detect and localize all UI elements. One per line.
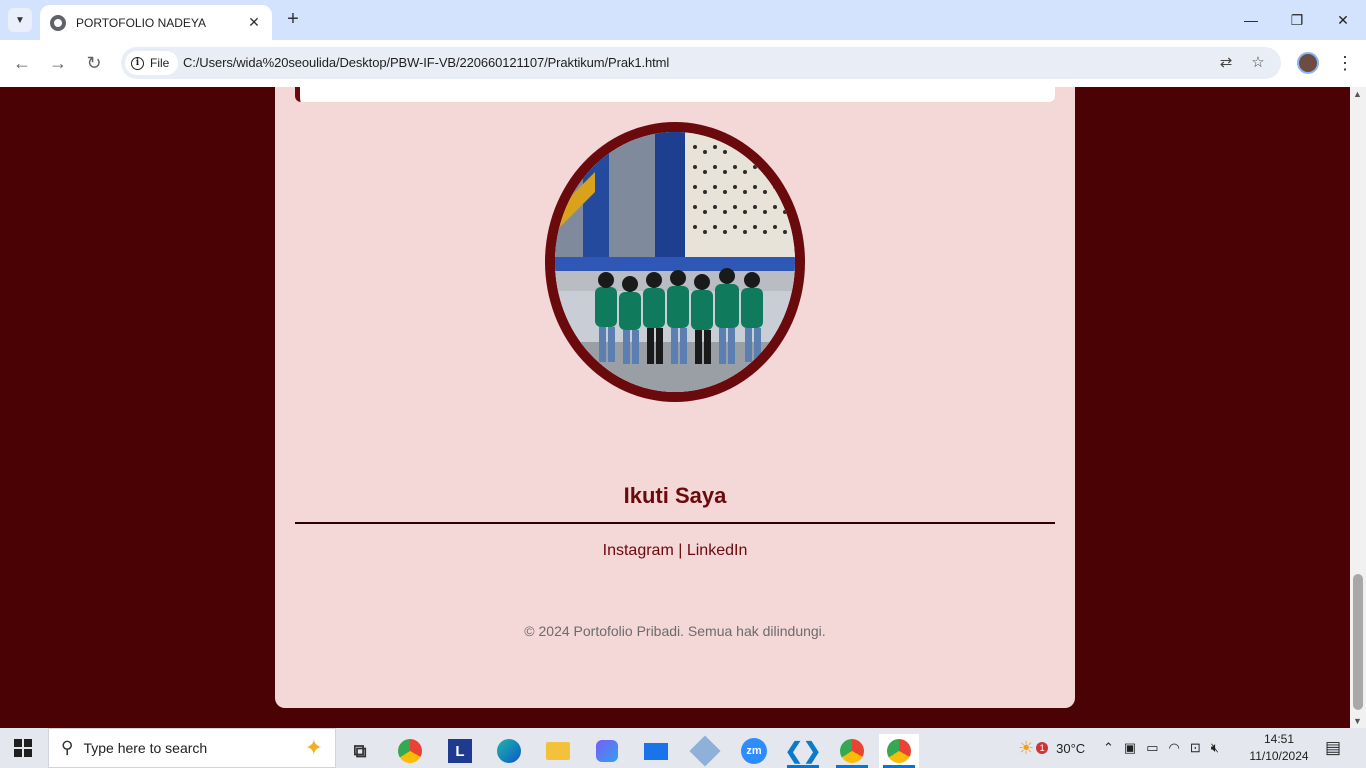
info-icon: i	[131, 56, 144, 70]
linkedin-link[interactable]: LinkedIn	[687, 542, 748, 559]
mail-icon[interactable]	[636, 734, 676, 768]
bookmark-star-icon[interactable]: ☆	[1248, 53, 1268, 73]
l-app-icon[interactable]: L	[440, 734, 480, 768]
box-app-icon[interactable]	[685, 734, 725, 768]
system-tray: ⌃ ▣ ▭ ◠ ⊡ 🔇︎	[1103, 728, 1219, 768]
browser-toolbar: ← → ↻ i File C:/Users/wida%20seoulida/De…	[0, 40, 1366, 87]
page-viewport: Ikuti Saya Instagram | LinkedIn © 2024 P…	[0, 87, 1350, 728]
file-explorer-icon[interactable]	[538, 734, 578, 768]
vscode-icon[interactable]: ❮❯	[783, 734, 823, 768]
content-card: Ikuti Saya Instagram | LinkedIn © 2024 P…	[275, 87, 1075, 708]
edge-taskbar-icon[interactable]	[489, 734, 529, 768]
link-separator: |	[678, 542, 683, 559]
instagram-link[interactable]: Instagram	[603, 542, 674, 559]
battery-icon[interactable]: ▭	[1146, 740, 1158, 756]
back-button[interactable]: ←	[10, 51, 34, 75]
profile-avatar[interactable]	[1297, 52, 1319, 74]
translate-icon[interactable]: ⇄	[1216, 53, 1236, 73]
zoom-icon[interactable]: zm	[734, 734, 774, 768]
display-icon[interactable]: ⊡	[1190, 740, 1201, 756]
windows-taskbar: ⚲ Type here to search ✦ ⧉ L zm ❮❯ ☀ 1 30…	[0, 728, 1366, 768]
task-view-icon[interactable]: ⧉	[340, 734, 380, 768]
tab-search-button[interactable]: ▼	[8, 8, 32, 32]
chrome-profile-taskbar-icon[interactable]	[832, 734, 872, 768]
volume-muted-icon[interactable]: 🔇︎	[1211, 740, 1219, 756]
show-hidden-icons-chevron-icon[interactable]: ⌃	[1103, 740, 1114, 756]
weather-badge: 1	[1036, 742, 1049, 754]
browser-menu-icon[interactable]: ⋮	[1336, 52, 1354, 74]
taskbar-search-box[interactable]: ⚲ Type here to search ✦	[48, 728, 336, 768]
minimize-button[interactable]: —	[1236, 8, 1266, 32]
address-bar[interactable]: i File C:/Users/wida%20seoulida/Desktop/…	[121, 47, 1281, 79]
chrome-taskbar-icon[interactable]	[390, 734, 430, 768]
sparkle-icon: ✦	[304, 735, 323, 760]
group-photo-illustration	[555, 132, 795, 392]
taskbar-search-placeholder: Type here to search	[83, 740, 208, 756]
previous-section-box	[295, 87, 1055, 102]
site-info-chip[interactable]: i File	[125, 51, 179, 75]
weather-sun-icon: ☀	[1018, 737, 1035, 758]
follow-section-title: Ikuti Saya	[623, 483, 727, 508]
weather-widget[interactable]: ☀ 1 30°C	[1018, 728, 1085, 768]
chrome-active-taskbar-icon[interactable]	[879, 734, 919, 768]
close-window-button[interactable]: ✕	[1328, 8, 1358, 32]
browser-tab[interactable]: PORTOFOLIO NADEYA ✕	[40, 5, 272, 40]
scroll-thumb[interactable]	[1353, 574, 1363, 710]
restore-button[interactable]: ❐	[1282, 8, 1312, 32]
new-tab-button[interactable]: +	[282, 8, 304, 30]
wifi-icon[interactable]: ◠	[1169, 740, 1180, 756]
weather-temperature: 30°C	[1056, 740, 1086, 756]
copilot-icon[interactable]	[587, 734, 627, 768]
url-text[interactable]: C:/Users/wida%20seoulida/Desktop/PBW-IF-…	[183, 55, 669, 70]
close-tab-icon[interactable]: ✕	[246, 14, 262, 31]
notifications-icon[interactable]: ▤	[1325, 728, 1341, 768]
forward-button[interactable]: →	[46, 51, 70, 75]
tab-title: PORTOFOLIO NADEYA	[76, 15, 207, 30]
chevron-down-icon: ▼	[15, 14, 25, 26]
section-divider	[295, 522, 1055, 524]
reload-button[interactable]: ↻	[82, 51, 106, 75]
scroll-down-arrow-icon[interactable]: ▼	[1353, 716, 1362, 726]
social-links: Instagram | LinkedIn	[275, 542, 1075, 560]
windows-start-icon[interactable]	[14, 739, 32, 757]
meet-now-icon[interactable]: ▣	[1124, 740, 1136, 756]
clock-date: 11/10/2024	[1249, 749, 1309, 763]
clock-time: 14:51	[1263, 732, 1295, 746]
globe-icon	[50, 14, 66, 31]
page-scrollbar[interactable]: ▲ ▼	[1350, 87, 1366, 728]
site-info-label: File	[150, 56, 170, 70]
page-footer: © 2024 Portofolio Pribadi. Semua hak dil…	[524, 623, 826, 639]
search-icon: ⚲	[61, 738, 74, 757]
group-photo	[555, 132, 795, 392]
scroll-up-arrow-icon[interactable]: ▲	[1353, 89, 1362, 99]
profile-photo-frame	[545, 122, 805, 402]
taskbar-clock[interactable]: 14:51 11/10/2024	[1249, 731, 1309, 765]
browser-tab-strip: ▼ PORTOFOLIO NADEYA ✕ + — ❐ ✕	[0, 0, 1366, 40]
